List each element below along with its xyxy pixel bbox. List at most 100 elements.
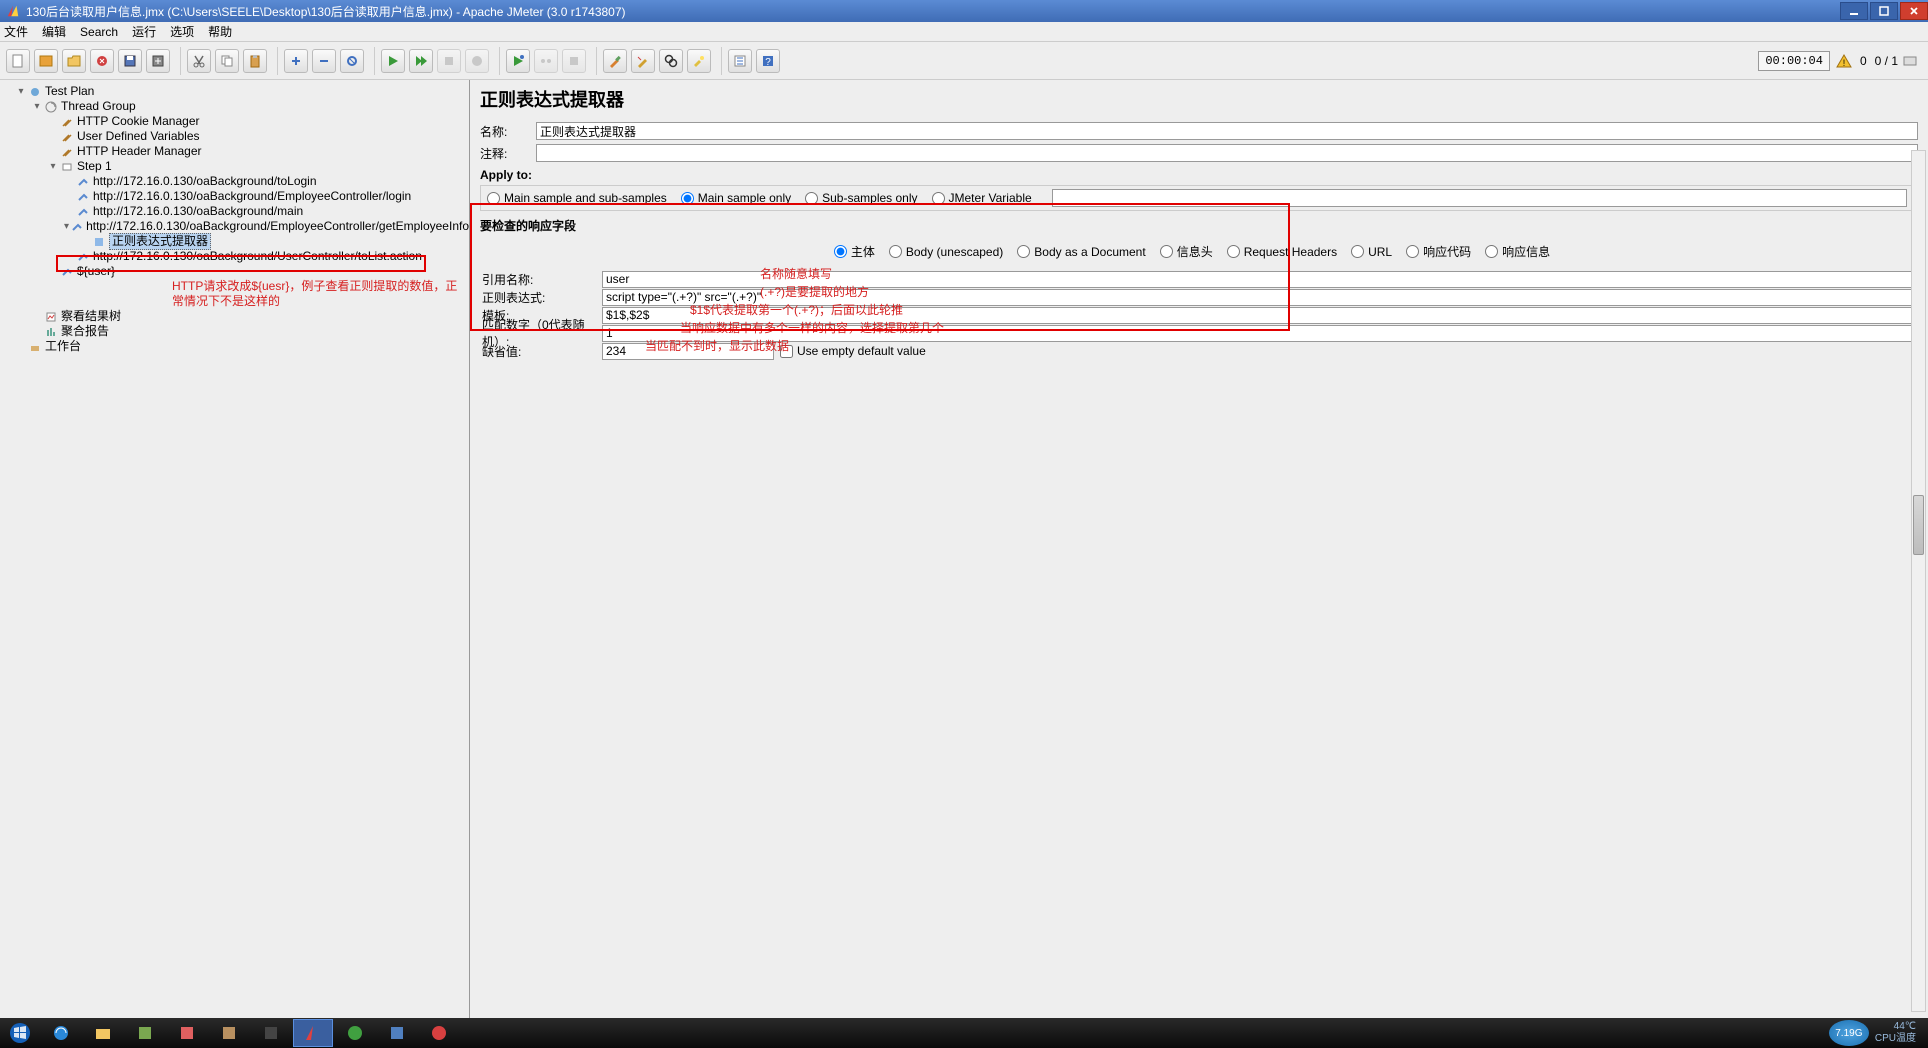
toggle-icon[interactable]: ▾ <box>32 99 42 114</box>
expand-button[interactable] <box>284 49 308 73</box>
tree-agg-report[interactable]: 聚合报告 <box>61 324 109 339</box>
use-empty-checkbox[interactable]: Use empty default value <box>780 344 926 358</box>
regex-input[interactable] <box>602 289 1918 306</box>
memory-badge[interactable]: 7.19G <box>1829 1020 1869 1046</box>
sampler-icon <box>76 190 90 204</box>
toggle-button[interactable] <box>340 49 364 73</box>
apply-var-radio[interactable]: JMeter Variable <box>932 191 1032 205</box>
window-close-button[interactable] <box>1900 2 1928 20</box>
warning-icon[interactable]: ! <box>1836 53 1852 69</box>
open-button[interactable] <box>62 49 86 73</box>
toggle-icon[interactable]: ▾ <box>64 219 69 234</box>
function-helper-button[interactable] <box>728 49 752 73</box>
rb-msg[interactable]: 响应信息 <box>1485 243 1550 260</box>
name-label: 名称: <box>480 123 536 140</box>
toggle-icon[interactable]: ▾ <box>16 84 26 99</box>
tree-req1[interactable]: http://172.16.0.130/oaBackground/toLogin <box>93 174 317 189</box>
panel-title: 正则表达式提取器 <box>480 86 1918 112</box>
reset-search-button[interactable] <box>687 49 711 73</box>
rb-req-headers[interactable]: Request Headers <box>1227 245 1337 259</box>
shutdown-button[interactable] <box>465 49 489 73</box>
task-app5-icon[interactable] <box>335 1019 375 1047</box>
clear-button[interactable] <box>603 49 627 73</box>
comment-input[interactable] <box>536 144 1918 162</box>
tree-cookie-mgr[interactable]: HTTP Cookie Manager <box>77 114 200 129</box>
rb-headers[interactable]: 信息头 <box>1160 243 1213 260</box>
thread-count: 0 / 1 <box>1875 54 1898 68</box>
help-button[interactable]: ? <box>756 49 780 73</box>
close-button[interactable] <box>90 49 114 73</box>
new-button[interactable] <box>6 49 30 73</box>
ref-name-input[interactable] <box>602 271 1918 288</box>
search-button[interactable] <box>659 49 683 73</box>
tree-header-mgr[interactable]: HTTP Header Manager <box>77 144 202 159</box>
threads-icon <box>1902 53 1918 69</box>
menu-file[interactable]: 文件 <box>4 23 28 40</box>
task-explorer-icon[interactable] <box>83 1019 123 1047</box>
menu-help[interactable]: 帮助 <box>208 23 232 40</box>
template-input[interactable] <box>602 307 1918 324</box>
remote-start-all-button[interactable] <box>534 49 558 73</box>
save-button[interactable] <box>118 49 142 73</box>
start-button[interactable] <box>0 1018 40 1048</box>
scrollbar-thumb[interactable] <box>1913 495 1924 555</box>
collapse-button[interactable] <box>312 49 336 73</box>
paste-button[interactable] <box>243 49 267 73</box>
rb-code[interactable]: 响应代码 <box>1406 243 1471 260</box>
rb-body-unescaped[interactable]: Body (unescaped) <box>889 245 1003 259</box>
name-input[interactable] <box>536 122 1918 140</box>
rb-body[interactable]: 主体 <box>834 243 875 260</box>
menu-search[interactable]: Search <box>80 25 118 39</box>
menu-run[interactable]: 运行 <box>132 23 156 40</box>
tree-thread-group[interactable]: Thread Group <box>61 99 136 114</box>
task-app1-icon[interactable] <box>125 1019 165 1047</box>
rb-url[interactable]: URL <box>1351 245 1392 259</box>
remote-start-button[interactable] <box>506 49 530 73</box>
window-minimize-button[interactable] <box>1840 2 1868 20</box>
scrollbar[interactable] <box>1911 150 1926 1012</box>
cut-button[interactable] <box>187 49 211 73</box>
remote-stop-button[interactable] <box>562 49 586 73</box>
rb-body-doc[interactable]: Body as a Document <box>1017 245 1145 259</box>
task-app4-icon[interactable] <box>251 1019 291 1047</box>
window-maximize-button[interactable] <box>1870 2 1898 20</box>
task-app7-icon[interactable] <box>419 1019 459 1047</box>
tree-step1[interactable]: Step 1 <box>77 159 112 174</box>
sampler-icon <box>71 220 83 234</box>
tree-req3[interactable]: http://172.16.0.130/oaBackground/main <box>93 204 303 219</box>
save-as-button[interactable] <box>146 49 170 73</box>
elapsed-time: 00:00:04 <box>1758 51 1830 71</box>
listener-icon <box>44 310 58 324</box>
tree-req2[interactable]: http://172.16.0.130/oaBackground/Employe… <box>93 189 411 204</box>
apply-sub-radio[interactable]: Sub-samples only <box>805 191 917 205</box>
start-no-pause-button[interactable] <box>409 49 433 73</box>
stop-button[interactable] <box>437 49 461 73</box>
task-app2-icon[interactable] <box>167 1019 207 1047</box>
task-jmeter-running[interactable] <box>293 1019 333 1047</box>
task-app3-icon[interactable] <box>209 1019 249 1047</box>
tree-test-plan[interactable]: Test Plan <box>45 84 94 99</box>
task-ie-icon[interactable] <box>41 1019 81 1047</box>
toggle-icon[interactable]: ▾ <box>48 159 58 174</box>
tree-user-vars[interactable]: User Defined Variables <box>77 129 200 144</box>
field-check-label: 要检查的响应字段 <box>480 217 1918 234</box>
tree-user-sampler[interactable]: ${user} <box>77 264 115 279</box>
task-app6-icon[interactable] <box>377 1019 417 1047</box>
start-button[interactable] <box>381 49 405 73</box>
menu-edit[interactable]: 编辑 <box>42 23 66 40</box>
default-input[interactable] <box>602 343 774 360</box>
jmeter-var-input[interactable] <box>1052 189 1907 207</box>
clear-all-button[interactable] <box>631 49 655 73</box>
tree-workbench[interactable]: 工作台 <box>45 339 81 354</box>
tree-req4[interactable]: http://172.16.0.130/oaBackground/Employe… <box>86 219 469 234</box>
test-plan-tree[interactable]: ▾Test Plan ▾Thread Group HTTP Cookie Man… <box>0 80 470 1018</box>
tree-regex-extractor[interactable]: 正则表达式提取器 <box>109 233 211 250</box>
match-no-input[interactable] <box>602 325 1918 342</box>
tree-view-results[interactable]: 察看结果树 <box>61 309 121 324</box>
tree-req5[interactable]: http://172.16.0.130/oaBackground/UserCon… <box>93 249 422 264</box>
apply-main-sub-radio[interactable]: Main sample and sub-samples <box>487 191 667 205</box>
copy-button[interactable] <box>215 49 239 73</box>
apply-main-radio[interactable]: Main sample only <box>681 191 791 205</box>
menu-options[interactable]: 选项 <box>170 23 194 40</box>
templates-button[interactable] <box>34 49 58 73</box>
